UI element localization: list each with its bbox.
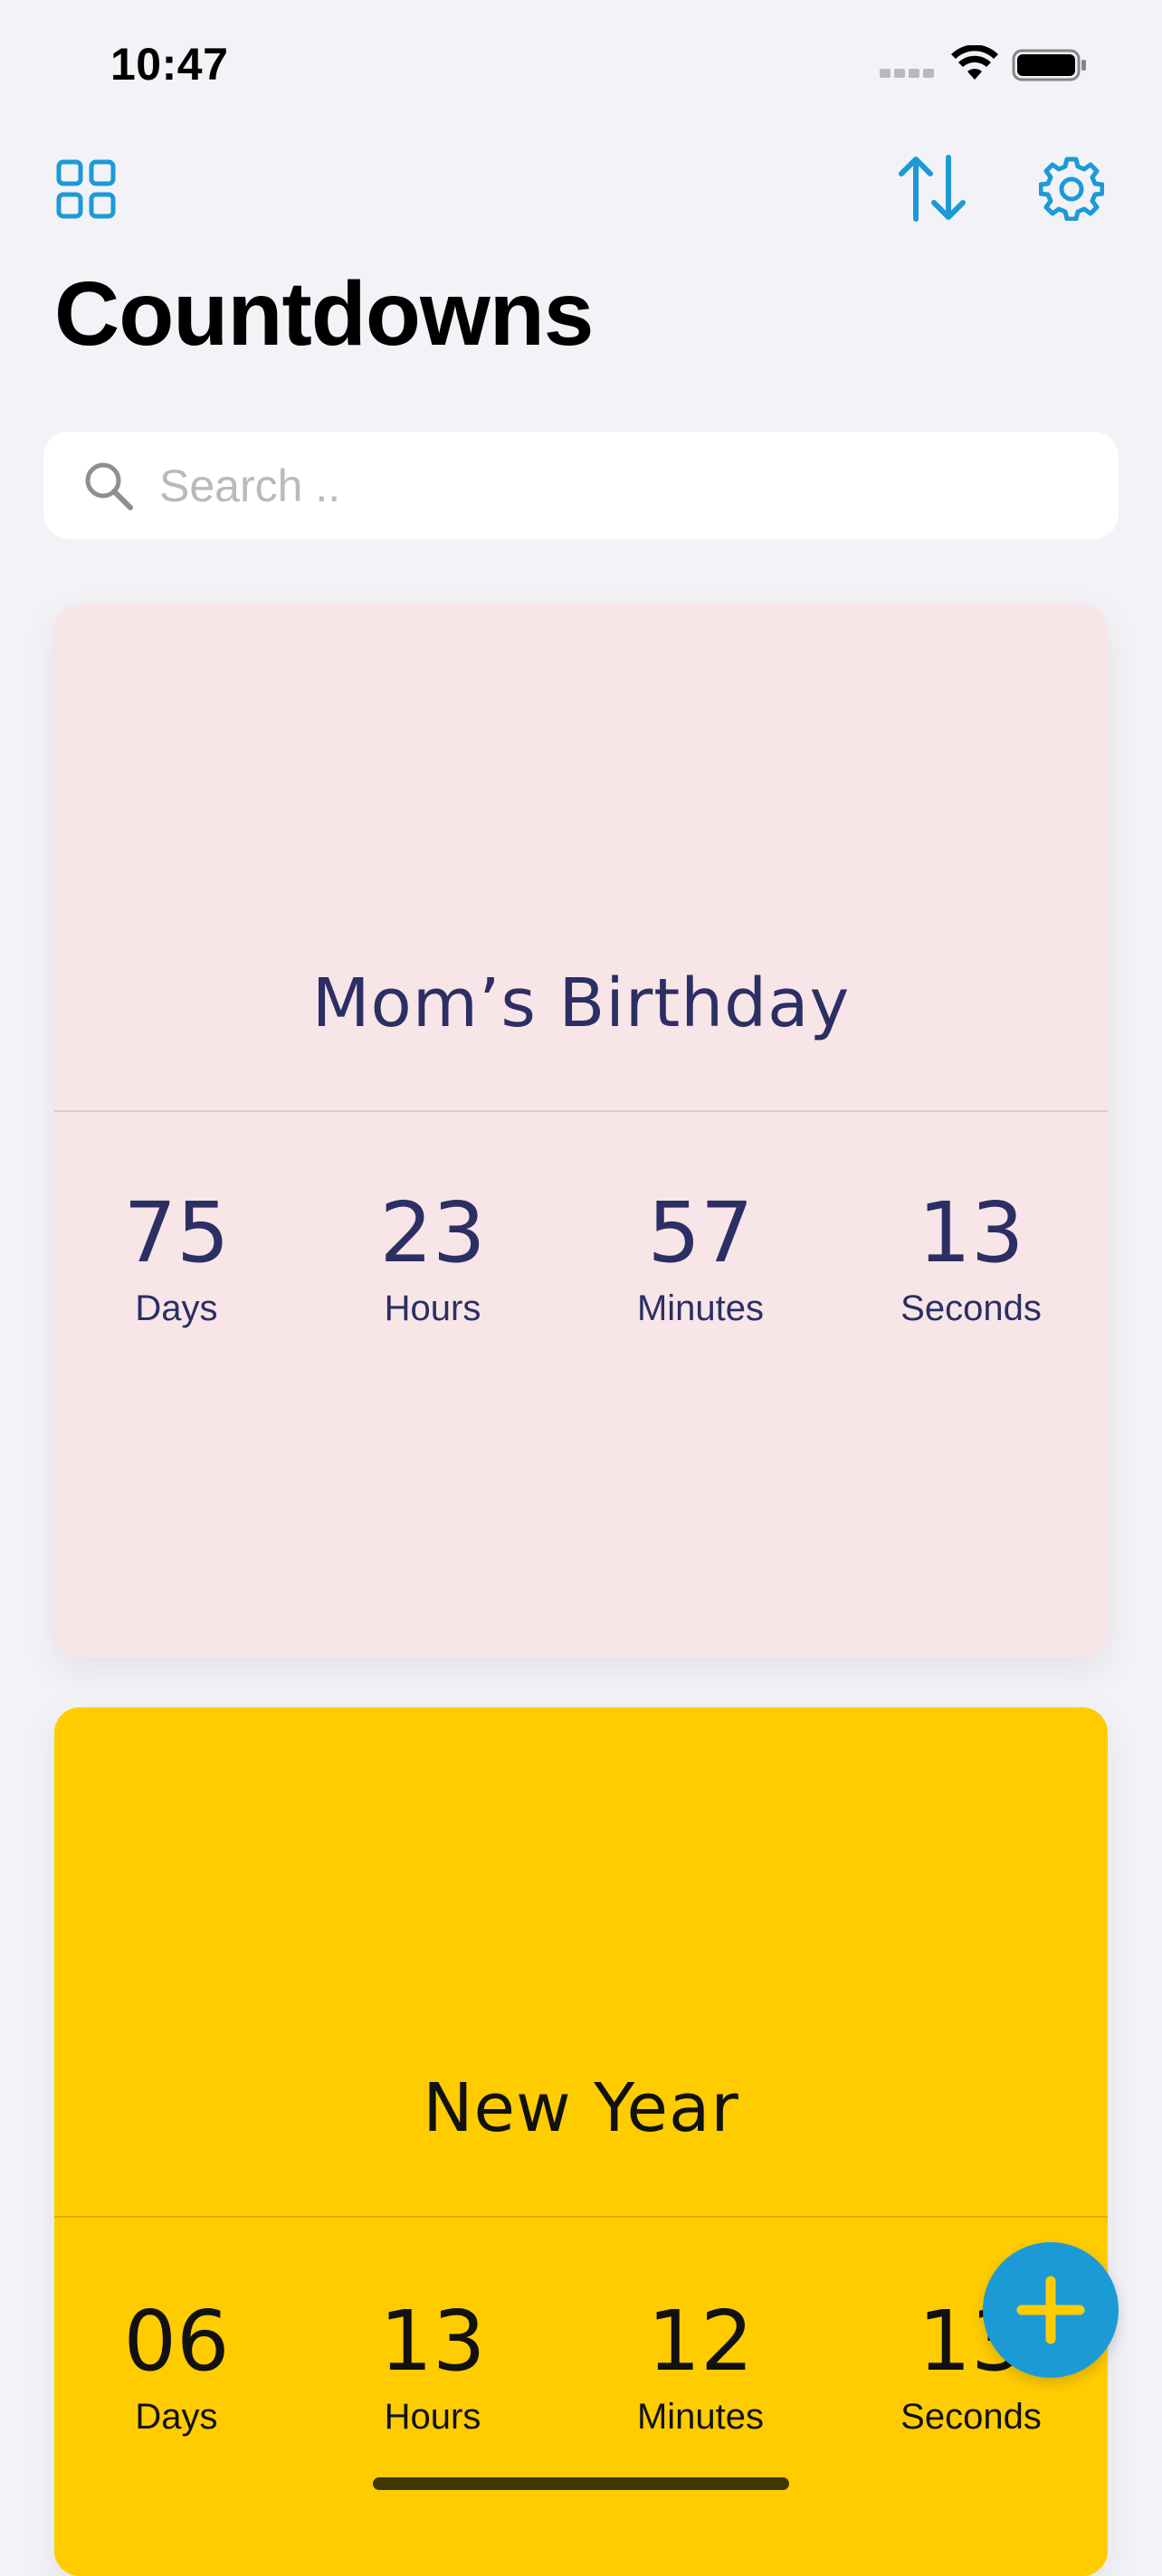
- unit-value: 06: [123, 2293, 230, 2390]
- wifi-icon: [951, 45, 998, 80]
- unit-value: 13: [918, 1184, 1024, 1281]
- plus-icon: [1016, 2276, 1085, 2344]
- cellular-signal-icon: [880, 69, 934, 80]
- countdown-title: New Year: [423, 2069, 739, 2147]
- unit-label: Hours: [384, 2397, 481, 2437]
- unit-value: 12: [647, 2293, 754, 2390]
- card-divider: [54, 2216, 1108, 2218]
- unit-value: 13: [379, 2293, 486, 2390]
- countdown-card[interactable]: Mom’s Birthday 75 Days 23 Hours 57 Minut…: [54, 604, 1108, 1658]
- card-divider: [54, 1110, 1108, 1112]
- sort-icon[interactable]: [896, 154, 968, 223]
- search-bar[interactable]: [43, 432, 1119, 539]
- unit-label: Seconds: [900, 2397, 1042, 2437]
- gear-icon[interactable]: [1039, 156, 1104, 221]
- battery-icon: [1012, 49, 1086, 81]
- unit-hours: 13 Hours: [299, 2292, 567, 2438]
- unit-minutes: 12 Minutes: [567, 2292, 834, 2438]
- search-icon: [85, 462, 133, 510]
- unit-value: 23: [379, 1184, 486, 1281]
- unit-hours: 23 Hours: [299, 1183, 567, 1329]
- home-indicator: [373, 2477, 789, 2490]
- unit-value: 57: [647, 1184, 754, 1281]
- status-time: 10:47: [110, 39, 229, 90]
- countdown-units: 06 Days 13 Hours 12 Minutes 13 Seconds: [54, 2292, 1108, 2438]
- unit-label: Seconds: [900, 1288, 1042, 1328]
- unit-label: Days: [135, 1288, 218, 1328]
- unit-days: 75 Days: [54, 1183, 299, 1329]
- unit-label: Minutes: [636, 2397, 765, 2437]
- unit-label: Minutes: [636, 1288, 765, 1328]
- grid-icon[interactable]: [56, 159, 116, 219]
- unit-label: Days: [135, 2397, 218, 2437]
- page-title: Countdowns: [54, 263, 594, 365]
- unit-days: 06 Days: [54, 2292, 299, 2438]
- unit-label: Hours: [384, 1288, 481, 1328]
- search-input[interactable]: [157, 458, 976, 513]
- countdown-title: Mom’s Birthday: [311, 965, 851, 1042]
- add-countdown-button[interactable]: [983, 2242, 1119, 2378]
- unit-value: 75: [123, 1184, 230, 1281]
- countdown-units: 75 Days 23 Hours 57 Minutes 13 Seconds: [54, 1183, 1108, 1329]
- countdown-card[interactable]: New Year 06 Days 13 Hours 12 Minutes 13 …: [54, 1707, 1108, 2576]
- unit-minutes: 57 Minutes: [567, 1183, 834, 1329]
- unit-seconds: 13 Seconds: [834, 1183, 1108, 1329]
